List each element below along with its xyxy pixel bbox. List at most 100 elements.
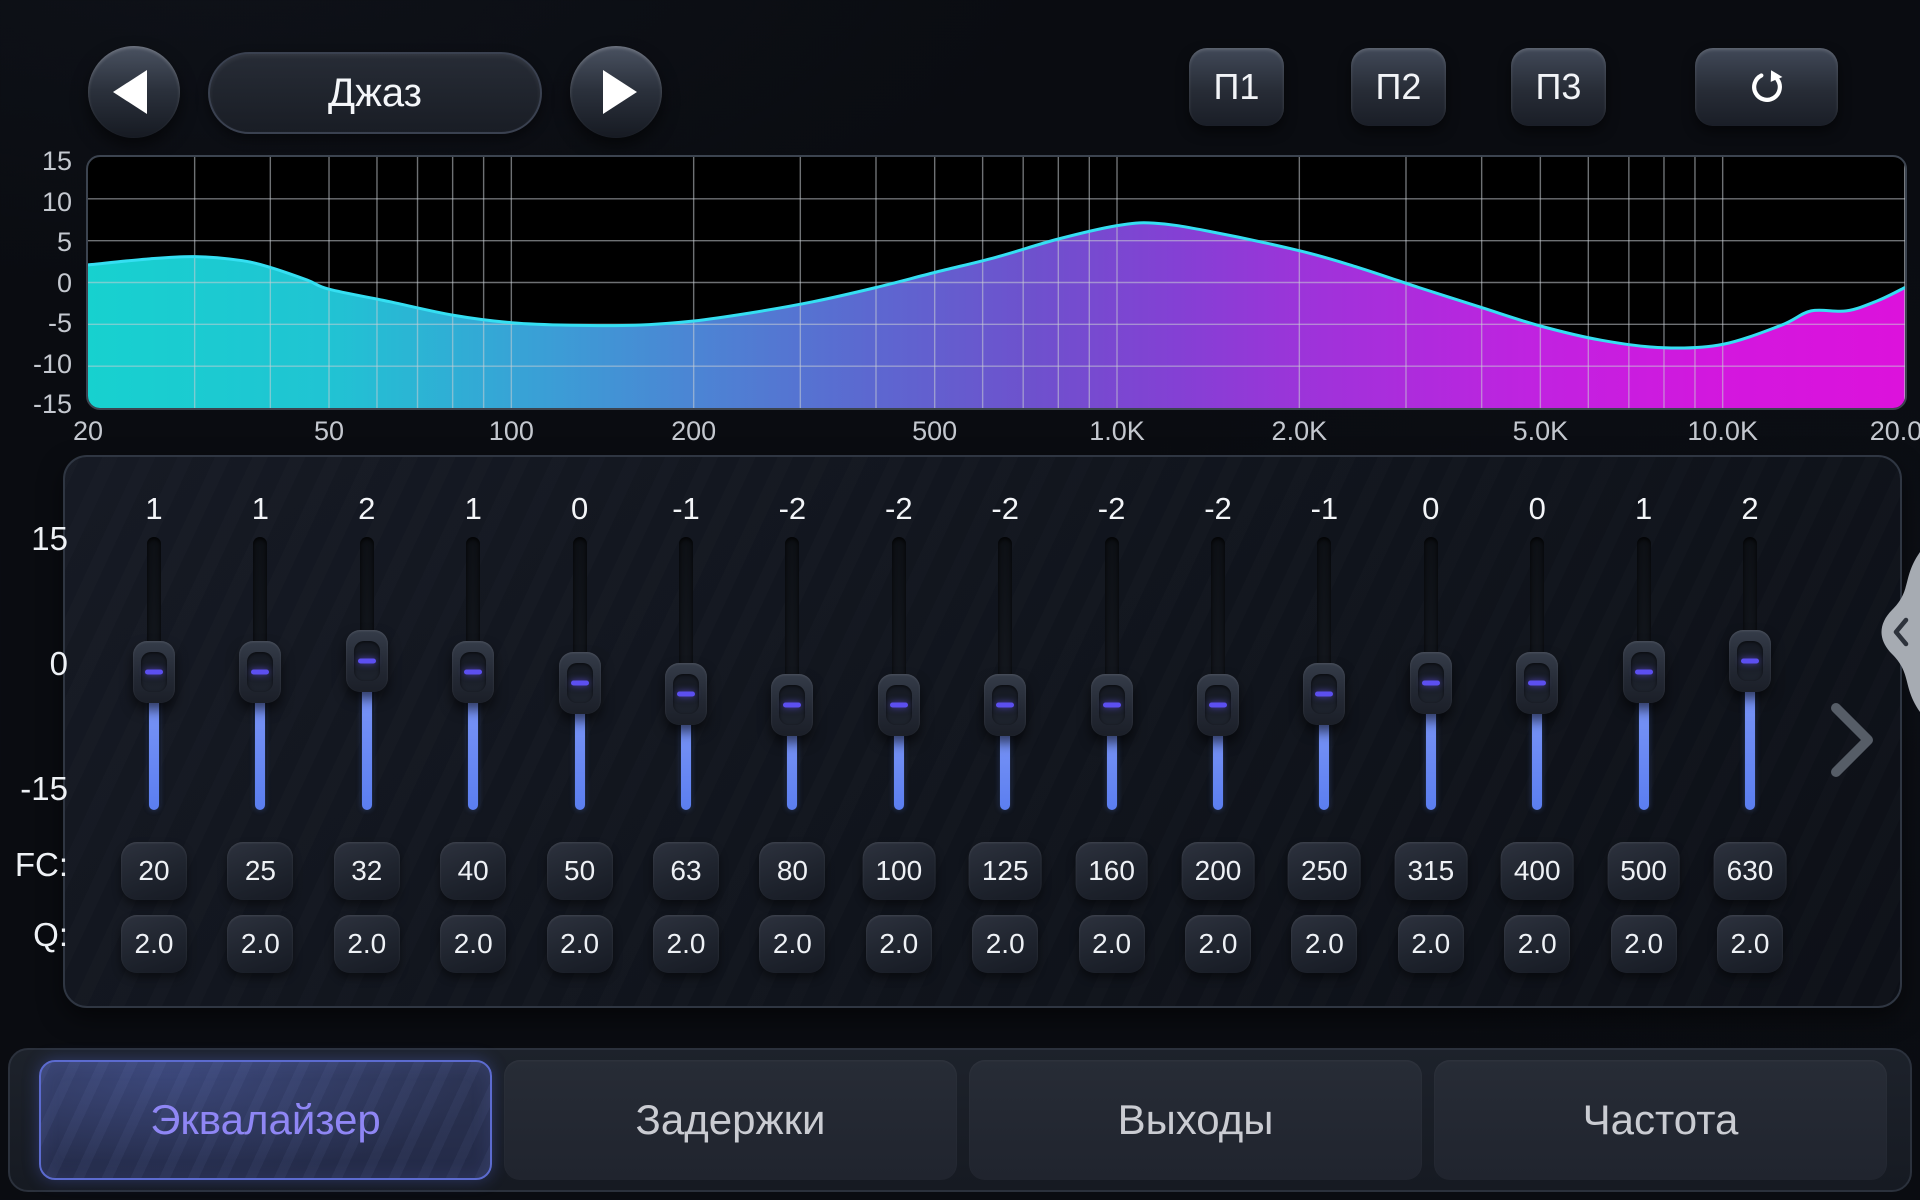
preset-name-display[interactable]: Джаз — [208, 52, 542, 134]
band-q-button[interactable]: 2.0 — [1717, 915, 1783, 973]
slider-thumb[interactable] — [878, 674, 920, 736]
band-q-button[interactable]: 2.0 — [547, 915, 613, 973]
tab-frequency[interactable]: Частота — [1434, 1060, 1887, 1180]
band-gain-value: -2 — [846, 491, 952, 527]
preset-memory-2-button[interactable]: П2 — [1351, 48, 1446, 126]
band-q-button[interactable]: 2.0 — [334, 915, 400, 973]
next-preset-button[interactable] — [570, 46, 662, 138]
previous-preset-button[interactable] — [88, 46, 180, 138]
tab-outputs[interactable]: Выходы — [969, 1060, 1422, 1180]
preset-name: Джаз — [328, 71, 422, 116]
slider-thumb[interactable] — [1729, 630, 1771, 692]
band-q-button[interactable]: 2.0 — [1398, 915, 1464, 973]
thumb-dash-icon — [1315, 692, 1333, 697]
slider-thumb[interactable] — [1410, 652, 1452, 714]
slider-thumb[interactable] — [665, 663, 707, 725]
band-gain-value: 2 — [1697, 491, 1803, 527]
band-fc-button[interactable]: 400 — [1501, 842, 1574, 900]
thumb-dash-icon — [145, 670, 163, 675]
band-q-button[interactable]: 2.0 — [972, 915, 1038, 973]
slider-thumb[interactable] — [1303, 663, 1345, 725]
band-fc-button[interactable]: 160 — [1075, 842, 1148, 900]
band-q-button[interactable]: 2.0 — [1079, 915, 1145, 973]
x-tick-label: 50 — [314, 416, 344, 447]
band-fc-button[interactable]: 630 — [1714, 842, 1787, 900]
y-tick-label: 15 — [6, 146, 72, 177]
band-fc-button[interactable]: 315 — [1394, 842, 1467, 900]
band-gain-value: -1 — [1271, 491, 1377, 527]
slider-thumb[interactable] — [1197, 674, 1239, 736]
q-row-label: Q: — [0, 916, 68, 954]
thumb-dash-icon — [1422, 681, 1440, 686]
preset-memory-1-button[interactable]: П1 — [1189, 48, 1284, 126]
chevron-right-icon — [1836, 708, 1868, 772]
band-fc-button[interactable]: 20 — [121, 842, 187, 900]
reset-button[interactable] — [1695, 48, 1838, 126]
band-q-button[interactable]: 2.0 — [121, 915, 187, 973]
band-fc-button[interactable]: 40 — [440, 842, 506, 900]
thumb-dash-icon — [571, 681, 589, 686]
slider-thumb[interactable] — [239, 641, 281, 703]
thumb-dash-icon — [1103, 703, 1121, 708]
band-gain-value: 0 — [527, 491, 633, 527]
y-tick-label: 5 — [6, 227, 72, 258]
eq-band-column: 0 315 2.0 — [1378, 457, 1484, 1006]
band-q-button[interactable]: 2.0 — [653, 915, 719, 973]
tab-equalizer[interactable]: Эквалайзер — [39, 1060, 492, 1180]
thumb-dash-icon — [890, 703, 908, 708]
band-q-button[interactable]: 2.0 — [1611, 915, 1677, 973]
band-fc-button[interactable]: 63 — [653, 842, 719, 900]
band-q-button[interactable]: 2.0 — [440, 915, 506, 973]
fc-row-label: FC: — [0, 846, 68, 884]
band-q-button[interactable]: 2.0 — [866, 915, 932, 973]
side-panel-handle[interactable] — [1866, 552, 1920, 712]
band-gain-value: 0 — [1484, 491, 1590, 527]
slider-thumb[interactable] — [346, 630, 388, 692]
band-fc-button[interactable]: 200 — [1182, 842, 1255, 900]
slider-fill — [894, 731, 904, 810]
x-tick-label: 200 — [671, 416, 716, 447]
band-q-button[interactable]: 2.0 — [759, 915, 825, 973]
eq-band-column: -1 250 2.0 — [1271, 457, 1377, 1006]
slider-thumb[interactable] — [559, 652, 601, 714]
eq-band-column: -1 63 2.0 — [633, 457, 739, 1006]
slider-thumb[interactable] — [771, 674, 813, 736]
thumb-dash-icon — [464, 670, 482, 675]
band-q-button[interactable]: 2.0 — [1185, 915, 1251, 973]
band-gain-value: 0 — [1378, 491, 1484, 527]
slider-thumb[interactable] — [984, 674, 1026, 736]
preset-memory-3-button[interactable]: П3 — [1511, 48, 1606, 126]
x-tick-label: 500 — [912, 416, 957, 447]
band-gain-value: 2 — [314, 491, 420, 527]
thumb-dash-icon — [996, 703, 1014, 708]
slider-fill — [1639, 698, 1649, 810]
band-fc-button[interactable]: 100 — [862, 842, 935, 900]
eq-band-column: 15002.0 — [1591, 457, 1697, 1006]
band-q-button[interactable]: 2.0 — [227, 915, 293, 973]
thumb-dash-icon — [251, 670, 269, 675]
band-fc-button[interactable]: 500 — [1607, 842, 1680, 900]
slider-fill — [681, 720, 691, 810]
band-gain-value: -1 — [633, 491, 739, 527]
band-gain-value: -2 — [1165, 491, 1271, 527]
slider-fill — [362, 687, 372, 810]
slider-thumb[interactable] — [1091, 674, 1133, 736]
band-fc-button[interactable]: 250 — [1288, 842, 1361, 900]
slider-fill — [1319, 720, 1329, 810]
tab-delays[interactable]: Задержки — [504, 1060, 957, 1180]
band-fc-button[interactable]: 125 — [969, 842, 1042, 900]
slider-thumb[interactable] — [1516, 652, 1558, 714]
slider-thumb[interactable] — [133, 641, 175, 703]
slider-thumb[interactable] — [1623, 641, 1665, 703]
band-fc-button[interactable]: 25 — [227, 842, 293, 900]
band-fc-button[interactable]: 50 — [547, 842, 613, 900]
band-q-button[interactable]: 2.0 — [1291, 915, 1357, 973]
eq-band-column: 2 32 2.0 — [314, 457, 420, 1006]
y-tick-label: -5 — [6, 308, 72, 339]
band-fc-button[interactable]: 32 — [334, 842, 400, 900]
band-q-button[interactable]: 2.0 — [1504, 915, 1570, 973]
next-bands-button[interactable] — [1824, 700, 1880, 780]
slider-thumb[interactable] — [452, 641, 494, 703]
eq-band-column: -2 100 2.0 — [846, 457, 952, 1006]
band-fc-button[interactable]: 80 — [759, 842, 825, 900]
